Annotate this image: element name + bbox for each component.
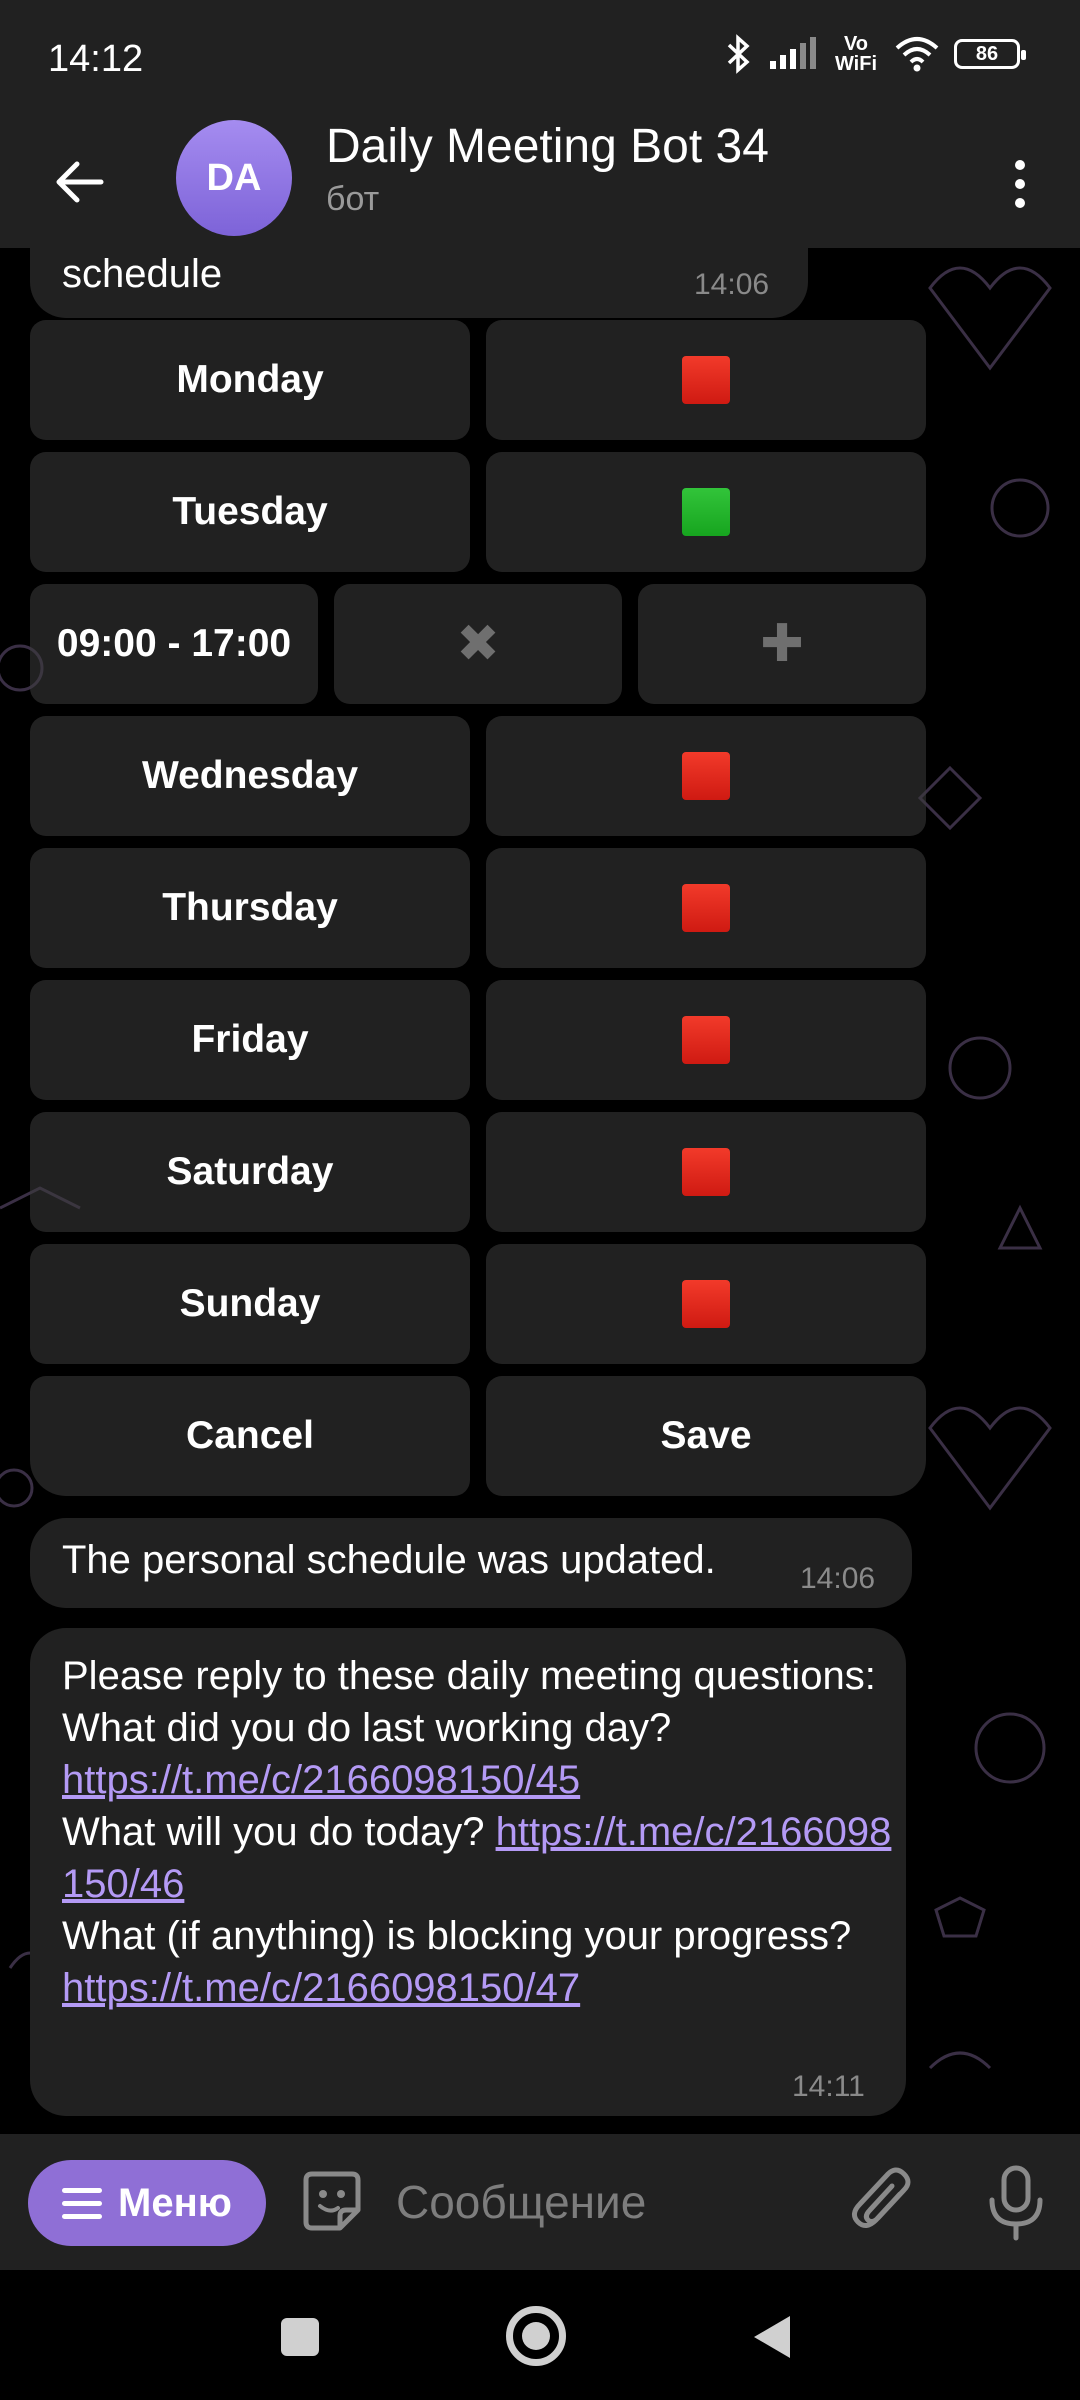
message-input[interactable] bbox=[396, 2172, 796, 2232]
message-bubble-schedule[interactable]: schedule 14:06 bbox=[30, 248, 808, 318]
day-button-sunday[interactable]: Sunday bbox=[30, 1244, 470, 1364]
chat-header: DA Daily Meeting Bot 34 бот bbox=[0, 120, 1080, 248]
menu-label: Меню bbox=[118, 2180, 232, 2225]
day-label: Thursday bbox=[162, 886, 338, 929]
toggle-button-thursday[interactable] bbox=[486, 848, 926, 968]
plus-icon: ✚ bbox=[760, 615, 804, 673]
dot-icon bbox=[1015, 160, 1025, 170]
day-label: Wednesday bbox=[141, 754, 359, 797]
system-navigation-bar bbox=[0, 2270, 1080, 2400]
message-text: Please reply to these daily meeting ques… bbox=[62, 1650, 892, 2014]
home-button[interactable] bbox=[506, 2306, 566, 2366]
close-icon: ✖ bbox=[456, 615, 500, 673]
attach-icon[interactable] bbox=[848, 2164, 918, 2240]
red-square-icon bbox=[682, 1280, 730, 1328]
red-square-icon bbox=[682, 884, 730, 932]
sticker-icon[interactable] bbox=[296, 2166, 368, 2238]
day-label: Sunday bbox=[179, 1282, 321, 1325]
bluetooth-icon bbox=[727, 34, 750, 74]
chat-area[interactable]: schedule 14:06 Monday Tuesday 09:00 - 17… bbox=[0, 248, 1080, 2134]
time-range-button[interactable]: 09:00 - 17:00 bbox=[30, 584, 318, 704]
message-text: schedule bbox=[62, 252, 223, 296]
save-button[interactable]: Save bbox=[486, 1376, 926, 1496]
back-triangle-icon[interactable] bbox=[752, 2314, 792, 2360]
save-label: Save bbox=[660, 1414, 752, 1457]
battery-indicator: 86 bbox=[954, 39, 1026, 69]
vowifi-label: Vo WiFi bbox=[834, 33, 878, 75]
message-time: 14:06 bbox=[694, 268, 770, 301]
day-label: Tuesday bbox=[172, 490, 328, 533]
question-3-link[interactable]: https://t.me/c/2166098150/47 bbox=[62, 1966, 580, 2010]
question-1-text: What did you do last working day? bbox=[62, 1706, 672, 1750]
chat-title[interactable]: Daily Meeting Bot 34 bbox=[326, 118, 769, 176]
red-square-icon bbox=[682, 1016, 730, 1064]
cancel-label: Cancel bbox=[186, 1414, 314, 1457]
question-1-link[interactable]: https://t.me/c/2166098150/45 bbox=[62, 1758, 580, 1802]
back-button[interactable] bbox=[40, 142, 120, 222]
questions-intro: Please reply to these daily meeting ques… bbox=[62, 1654, 876, 1698]
message-text: The personal schedule was updated. bbox=[62, 1538, 716, 1582]
remove-time-button[interactable]: ✖ bbox=[334, 584, 622, 704]
day-button-saturday[interactable]: Saturday bbox=[30, 1112, 470, 1232]
wifi-icon bbox=[895, 37, 939, 72]
day-button-wednesday[interactable]: Wednesday bbox=[30, 716, 470, 836]
toggle-button-wednesday[interactable] bbox=[486, 716, 926, 836]
green-square-icon bbox=[682, 488, 730, 536]
day-button-thursday[interactable]: Thursday bbox=[30, 848, 470, 968]
microphone-icon[interactable] bbox=[984, 2162, 1048, 2242]
dot-icon bbox=[1015, 179, 1025, 189]
day-button-monday[interactable]: Monday bbox=[30, 320, 470, 440]
question-2-text: What will you do today? bbox=[62, 1810, 485, 1854]
message-bubble-updated[interactable]: The personal schedule was updated. 14:06 bbox=[30, 1518, 912, 1608]
day-button-tuesday[interactable]: Tuesday bbox=[30, 452, 470, 572]
dot-icon bbox=[1015, 198, 1025, 208]
menu-icon bbox=[62, 2187, 103, 2219]
add-time-button[interactable]: ✚ bbox=[638, 584, 926, 704]
message-bubble-questions[interactable]: Please reply to these daily meeting ques… bbox=[30, 1628, 906, 2116]
recent-apps-button[interactable] bbox=[281, 2318, 319, 2356]
message-time: 14:11 bbox=[792, 2070, 865, 2103]
toggle-button-friday[interactable] bbox=[486, 980, 926, 1100]
arrow-left-icon bbox=[56, 161, 104, 203]
chat-subtitle: бот bbox=[326, 180, 380, 218]
more-options-button[interactable] bbox=[990, 144, 1050, 224]
question-3-text: What (if anything) is blocking your prog… bbox=[62, 1914, 852, 1958]
time-range-label: 09:00 - 17:00 bbox=[56, 622, 292, 665]
red-square-icon bbox=[682, 1148, 730, 1196]
red-square-icon bbox=[682, 752, 730, 800]
message-input-bar: Меню bbox=[0, 2134, 1080, 2270]
status-bar: 14:12 Vo WiFi 86 bbox=[0, 0, 1080, 120]
avatar[interactable]: DA bbox=[176, 120, 292, 236]
toggle-button-saturday[interactable] bbox=[486, 1112, 926, 1232]
status-time: 14:12 bbox=[48, 38, 144, 80]
toggle-button-tuesday[interactable] bbox=[486, 452, 926, 572]
message-time: 14:06 bbox=[800, 1562, 876, 1595]
status-icons: Vo WiFi 86 bbox=[724, 33, 1026, 75]
cancel-button[interactable]: Cancel bbox=[30, 1376, 470, 1496]
toggle-button-monday[interactable] bbox=[486, 320, 926, 440]
day-button-friday[interactable]: Friday bbox=[30, 980, 470, 1100]
day-label: Friday bbox=[191, 1018, 309, 1061]
red-square-icon bbox=[682, 356, 730, 404]
toggle-button-sunday[interactable] bbox=[486, 1244, 926, 1364]
day-label: Saturday bbox=[166, 1150, 334, 1193]
day-label: Monday bbox=[176, 358, 324, 401]
signal-icon bbox=[770, 37, 816, 69]
bot-menu-button[interactable]: Меню bbox=[28, 2160, 266, 2246]
